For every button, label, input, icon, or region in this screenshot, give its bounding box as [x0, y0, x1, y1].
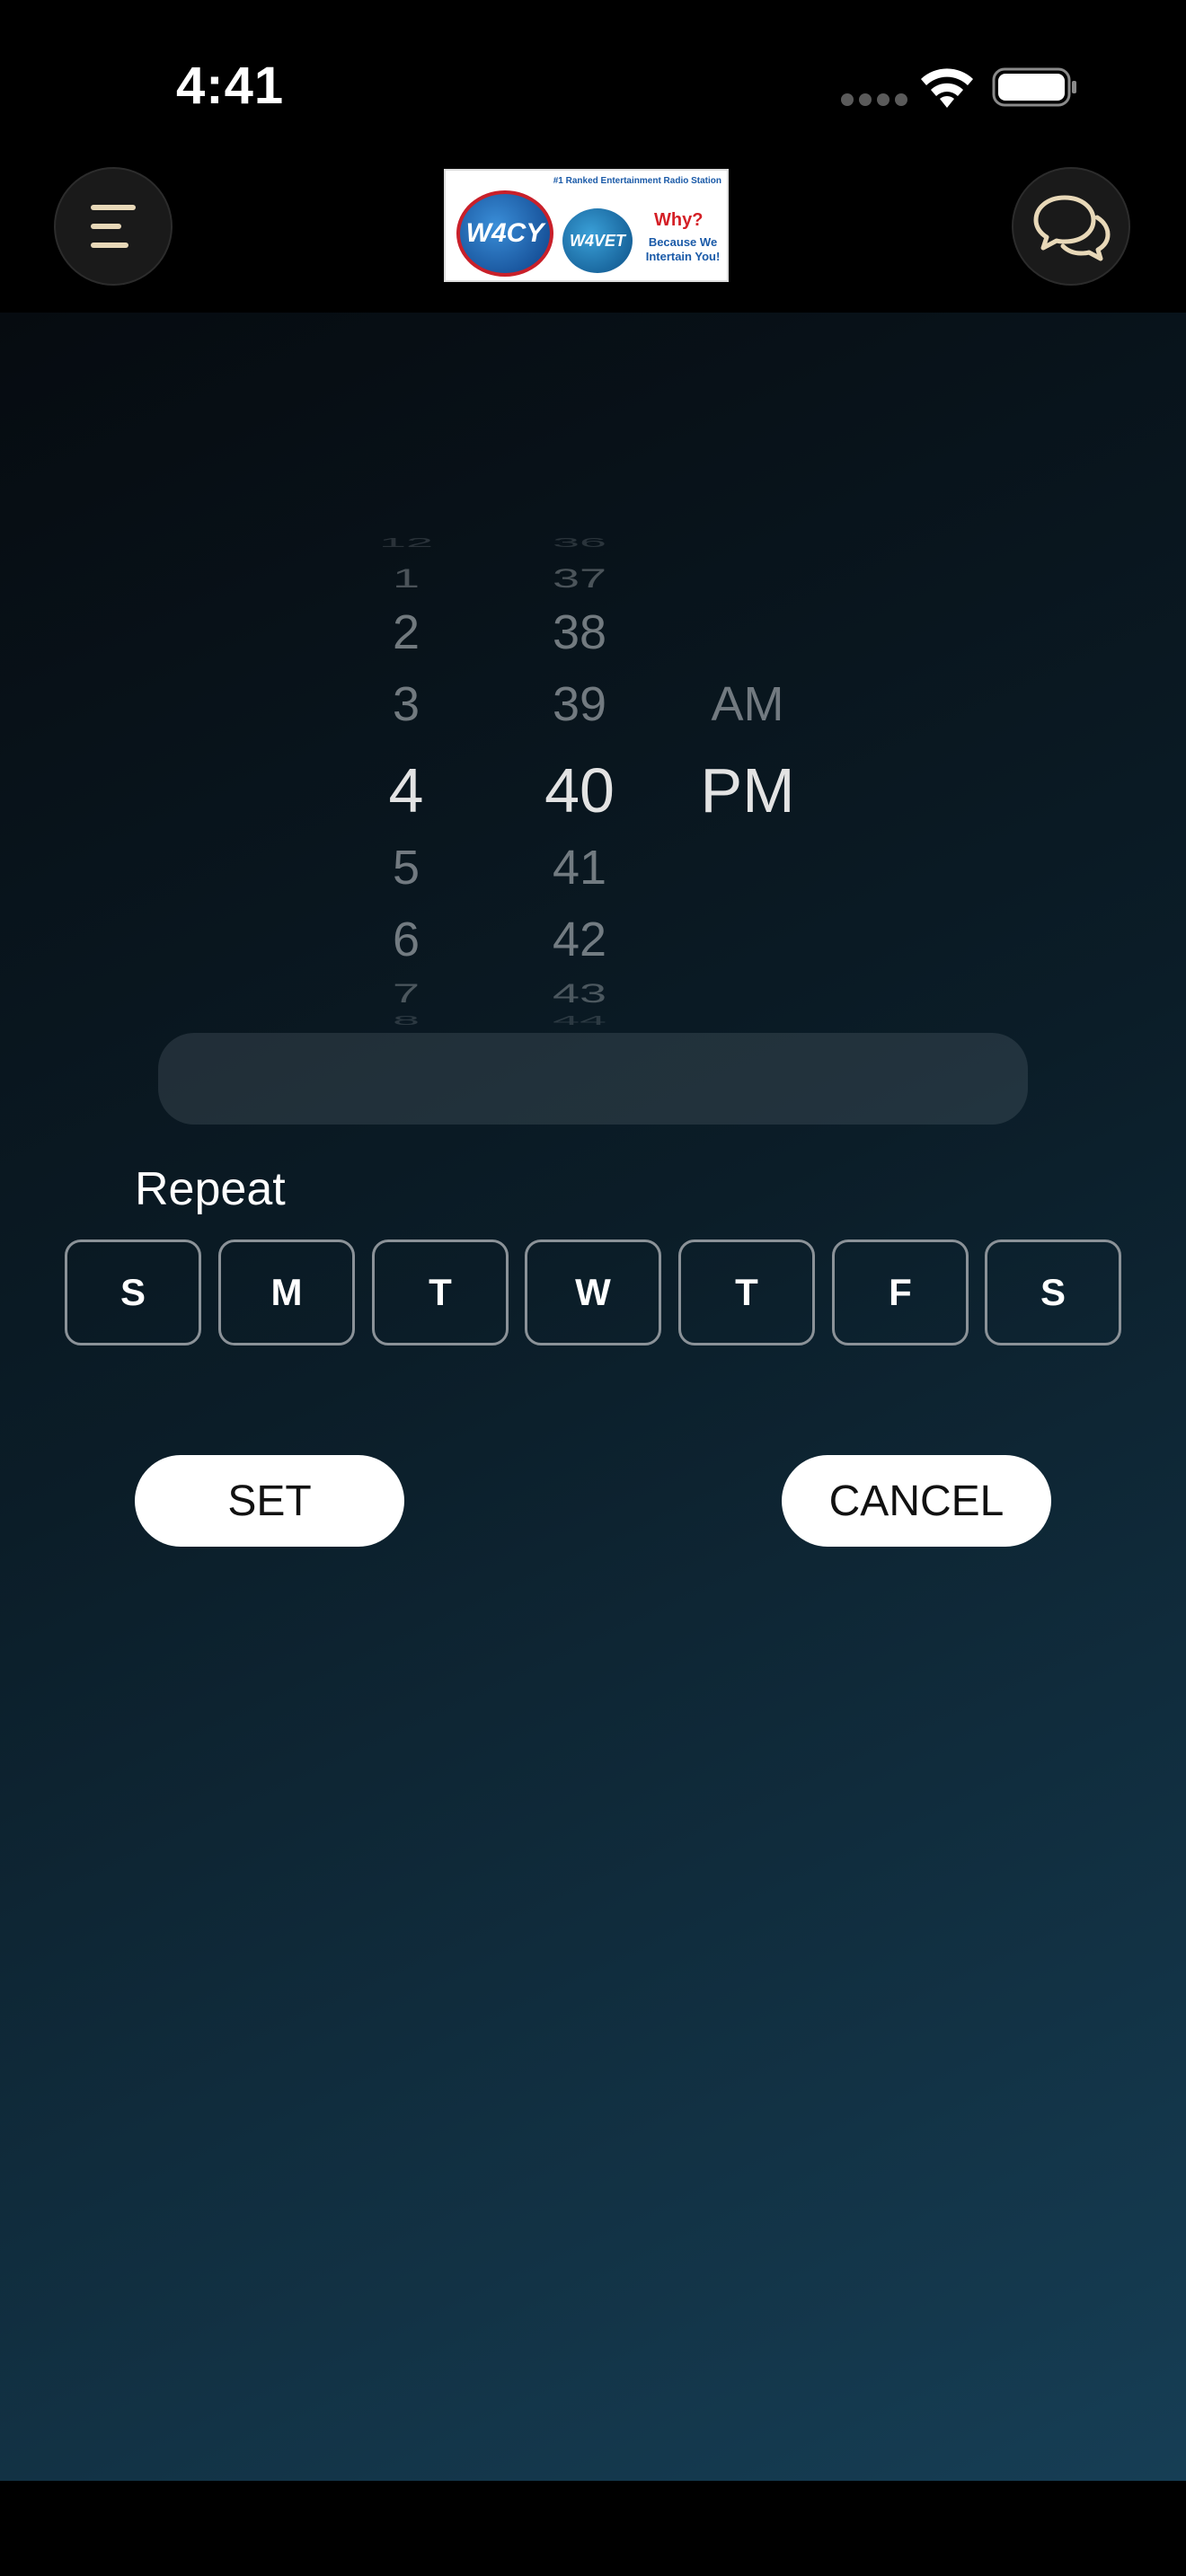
- status-time: 4:41: [176, 57, 285, 115]
- hour-option: 6: [392, 913, 420, 966]
- minute-option: 44: [552, 1012, 607, 1028]
- station-logo: #1 Ranked Entertainment Radio Station W4…: [444, 169, 729, 282]
- minute-option: 43: [552, 978, 607, 1009]
- hour-selected: 4: [388, 755, 424, 825]
- day-toggle-sunday[interactable]: S: [65, 1239, 201, 1345]
- set-button[interactable]: SET: [135, 1455, 404, 1547]
- cellular-signal-icon: [841, 93, 907, 106]
- hour-wheel[interactable]: 12 1 2 3 4 5 6 7 8: [334, 519, 478, 1319]
- minute-option: 37: [552, 563, 607, 594]
- logo-tagline: #1 Ranked Entertainment Radio Station: [553, 176, 721, 186]
- ampm-option: AM: [711, 677, 784, 731]
- hour-option: 8: [392, 1012, 420, 1028]
- repeat-days: S M T W T F S: [65, 1239, 1121, 1347]
- logo-w4cy: W4CY: [456, 190, 553, 277]
- menu-button[interactable]: [54, 167, 173, 286]
- logo-w4vet: W4VET: [562, 208, 633, 273]
- day-toggle-monday[interactable]: M: [218, 1239, 355, 1345]
- wifi-icon: [921, 68, 973, 108]
- minute-option: 39: [552, 677, 607, 731]
- hour-option: 12: [378, 534, 434, 551]
- hour-option: 3: [392, 677, 420, 731]
- chat-button[interactable]: [1012, 167, 1130, 286]
- day-toggle-wednesday[interactable]: W: [525, 1239, 661, 1345]
- ampm-selected: PM: [700, 755, 795, 825]
- menu-lines-icon: [91, 205, 136, 248]
- day-toggle-thursday[interactable]: T: [678, 1239, 815, 1345]
- logo-because: Because We Intertain You!: [645, 235, 721, 263]
- app-header: #1 Ranked Entertainment Radio Station W4…: [0, 162, 1186, 313]
- minute-option: 41: [552, 841, 607, 895]
- alarm-settings-panel: 12 1 2 3 4 5 6 7 8 36 37 38 39 40 41 42 …: [0, 313, 1186, 2481]
- minute-option: 38: [552, 605, 607, 659]
- battery-icon: [992, 67, 1076, 107]
- repeat-label: Repeat: [135, 1163, 286, 1215]
- bottom-bar: [0, 2481, 1186, 2576]
- hour-option: 7: [392, 978, 420, 1009]
- minute-option: 42: [552, 913, 607, 966]
- cancel-button[interactable]: CANCEL: [782, 1455, 1051, 1547]
- hour-option: 2: [392, 605, 420, 659]
- day-toggle-friday[interactable]: F: [832, 1239, 969, 1345]
- hour-option: 5: [392, 841, 420, 895]
- chat-bubbles-icon: [1033, 195, 1111, 261]
- logo-why: Why?: [654, 210, 704, 230]
- day-toggle-saturday[interactable]: S: [985, 1239, 1121, 1345]
- ampm-wheel[interactable]: AM PM: [676, 519, 819, 1319]
- minute-selected: 40: [544, 755, 615, 825]
- status-bar: 4:41: [0, 0, 1186, 162]
- hour-option: 1: [392, 563, 420, 594]
- minute-option: 36: [552, 534, 607, 551]
- alarm-screen: 4:41 #1 Ranked Entertainment Radio Stati…: [0, 0, 1186, 2576]
- minute-wheel[interactable]: 36 37 38 39 40 41 42 43 44: [508, 519, 651, 1319]
- day-toggle-tuesday[interactable]: T: [372, 1239, 509, 1345]
